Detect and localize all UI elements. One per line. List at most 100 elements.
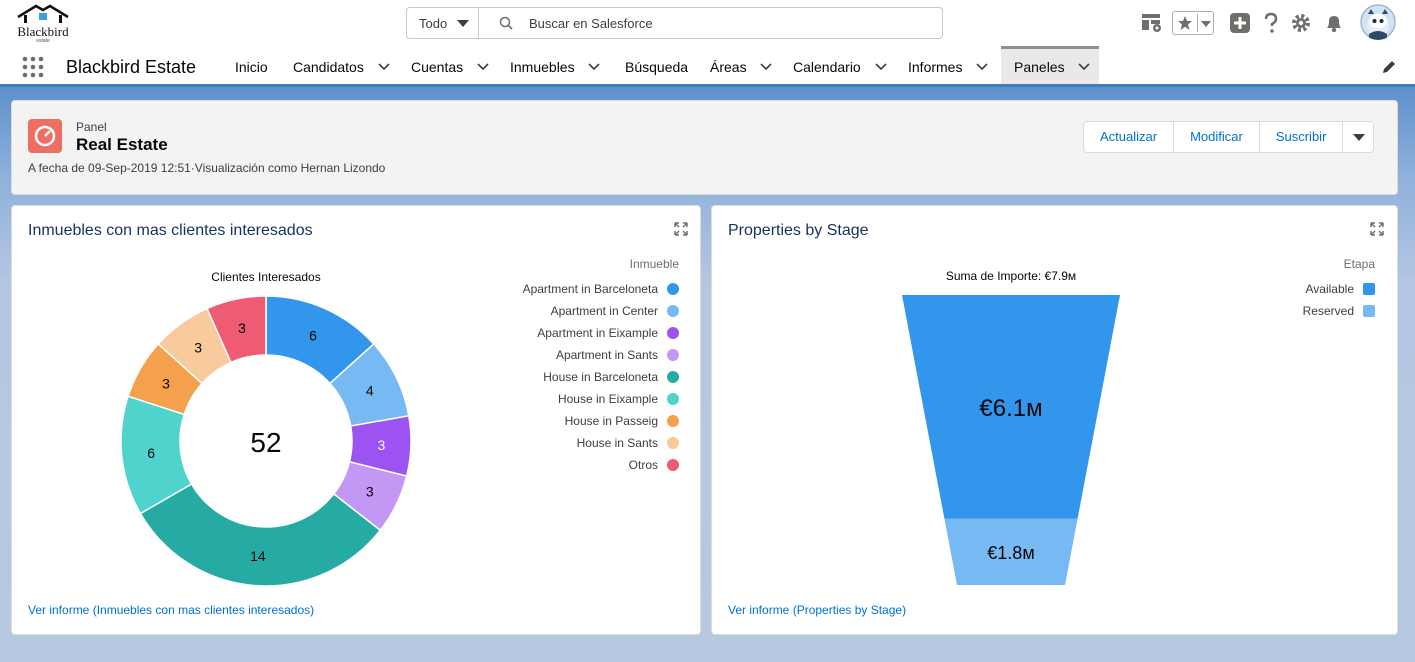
global-header: Blackbird estate Todo <box>0 0 1415 46</box>
slice-label: 3 <box>378 437 386 453</box>
legend-title: Etapa <box>1344 257 1376 271</box>
slice-label: 3 <box>238 320 246 336</box>
caret-down-icon <box>1353 134 1366 141</box>
legend-swatch <box>667 349 679 361</box>
legend-item[interactable]: Apartment in Eixample <box>537 326 658 340</box>
legend-item[interactable]: House in Sants <box>577 436 658 450</box>
global-create-icon[interactable] <box>1229 12 1251 34</box>
app-nav-bar: Blackbird Estate Inicio Candidatos Cuent… <box>0 46 1415 86</box>
star-icon <box>1178 16 1192 30</box>
legend-swatch <box>667 393 679 405</box>
more-actions-button[interactable] <box>1343 122 1373 152</box>
nav-item-label: Cuentas <box>411 59 464 75</box>
dashboard-title: Real Estate <box>76 135 168 154</box>
slice-label: 14 <box>250 548 266 564</box>
legend-swatch <box>667 305 679 317</box>
dashboard-actions: Actualizar Modificar Suscribir <box>1083 121 1375 153</box>
legend-swatch <box>1363 283 1375 295</box>
favorites-button[interactable] <box>1172 11 1214 35</box>
legend-swatch <box>667 371 679 383</box>
dashboard-meta: A fecha de 09-Sep-2019 12:51·Visualizaci… <box>28 161 386 175</box>
subscribe-button[interactable]: Suscribir <box>1259 122 1344 152</box>
nav-item-label: Informes <box>908 59 963 75</box>
legend-swatch <box>1363 305 1375 317</box>
donut-chart-card: Inmuebles con mas clientes interesados C… <box>11 205 701 635</box>
dashboard-header: Panel Real Estate A fecha de 09-Sep-2019… <box>11 100 1398 195</box>
nav-item-calendario[interactable]: Calendario <box>793 46 887 86</box>
chevron-down-icon[interactable] <box>875 63 887 71</box>
legend-item[interactable]: Available <box>1306 282 1355 296</box>
nav-item-paneles[interactable]: Paneles <box>1001 46 1099 86</box>
astro-avatar-icon <box>1360 4 1396 40</box>
nav-item-inicio[interactable]: Inicio <box>235 46 268 86</box>
chevron-down-icon[interactable] <box>1078 63 1091 71</box>
legend-swatch <box>667 415 679 427</box>
legend-item[interactable]: Reserved <box>1303 304 1354 318</box>
slice-label: 3 <box>194 340 202 356</box>
slice-label: 4 <box>366 382 374 398</box>
legend-swatch <box>667 283 679 295</box>
legend-item[interactable]: House in Passeig <box>565 414 658 428</box>
blackbird-logo[interactable]: Blackbird estate <box>14 4 72 44</box>
slice-label: 3 <box>162 375 170 391</box>
legend-item[interactable]: Apartment in Sants <box>556 348 658 362</box>
dashboard-icon <box>28 119 62 153</box>
nav-item-informes[interactable]: Informes <box>908 46 988 86</box>
app-launcher-icon[interactable] <box>22 56 44 78</box>
house-logo-icon <box>17 4 69 23</box>
chart-title: Suma de Importe: €7.9м <box>946 269 1076 283</box>
legend-swatch <box>667 437 679 449</box>
chevron-down-icon[interactable] <box>588 63 601 71</box>
setup-assistant-icon[interactable] <box>1141 12 1163 34</box>
legend-item[interactable]: House in Barceloneta <box>543 370 658 384</box>
chevron-down-icon[interactable] <box>976 63 988 71</box>
user-avatar[interactable] <box>1360 4 1396 40</box>
global-search: Todo <box>406 7 943 39</box>
help-icon[interactable] <box>1260 12 1282 34</box>
nav-item-cuentas[interactable]: Cuentas <box>411 46 489 86</box>
gauge-icon <box>34 125 56 147</box>
nav-item-areas[interactable]: Áreas <box>710 46 773 86</box>
nav-item-label: Candidatos <box>293 59 364 75</box>
search-input[interactable] <box>529 9 929 37</box>
chevron-down-icon[interactable] <box>378 63 390 71</box>
legend-item[interactable]: Apartment in Barceloneta <box>523 282 659 296</box>
nav-item-busqueda[interactable]: Búsqueda <box>625 46 688 86</box>
legend-item[interactable]: Otros <box>629 458 658 472</box>
nav-item-label: Calendario <box>793 59 861 75</box>
edit-nav-pencil-icon[interactable] <box>1381 59 1397 75</box>
legend-item[interactable]: Apartment in Center <box>551 304 658 318</box>
search-icon <box>499 16 513 30</box>
nav-item-candidatos[interactable]: Candidatos <box>293 46 390 86</box>
gear-icon[interactable] <box>1290 12 1312 34</box>
legend-title: Inmueble <box>630 257 680 271</box>
chevron-down-icon[interactable] <box>760 63 773 71</box>
dashboard-eyebrow: Panel <box>76 120 107 134</box>
nav-item-label: Inmuebles <box>510 59 575 75</box>
refresh-button[interactable]: Actualizar <box>1084 122 1175 152</box>
funnel-label: €6.1м <box>979 395 1042 422</box>
search-scope-dropdown[interactable]: Todo <box>407 8 479 38</box>
slice-label: 6 <box>309 327 317 343</box>
caret-down-icon[interactable] <box>1201 21 1211 27</box>
legend-swatch <box>667 459 679 471</box>
caret-down-icon <box>457 20 469 27</box>
funnel-chart: Suma de Importe: €7.9м €6.1м €1.8м Etapa Ava… <box>902 257 1376 585</box>
view-report-link[interactable]: Ver informe (Inmuebles con mas clientes … <box>28 603 314 617</box>
nav-item-label: Áreas <box>710 59 747 75</box>
nav-item-label: Inicio <box>235 59 268 75</box>
notifications-bell-icon[interactable] <box>1323 12 1345 34</box>
edit-button[interactable]: Modificar <box>1174 122 1260 152</box>
view-report-link[interactable]: Ver informe (Properties by Stage) <box>728 603 906 617</box>
funnel-chart-card: Properties by Stage Suma de Importe: €7.… <box>711 205 1398 635</box>
slice-label: 3 <box>366 484 374 500</box>
legend-item[interactable]: House in Eixample <box>558 392 658 406</box>
donut-total: 52 <box>250 427 281 458</box>
nav-item-inmuebles[interactable]: Inmuebles <box>510 46 601 86</box>
favorites-divider <box>1197 14 1198 32</box>
slice-label: 6 <box>147 445 155 461</box>
chevron-down-icon[interactable] <box>477 63 489 71</box>
logo-subtext: estate <box>36 38 50 44</box>
app-name: Blackbird Estate <box>66 57 197 77</box>
donut-chart: Clientes Interesados 6 4 3 3 14 6 3 3 3 52 Inmueble… <box>120 257 680 587</box>
